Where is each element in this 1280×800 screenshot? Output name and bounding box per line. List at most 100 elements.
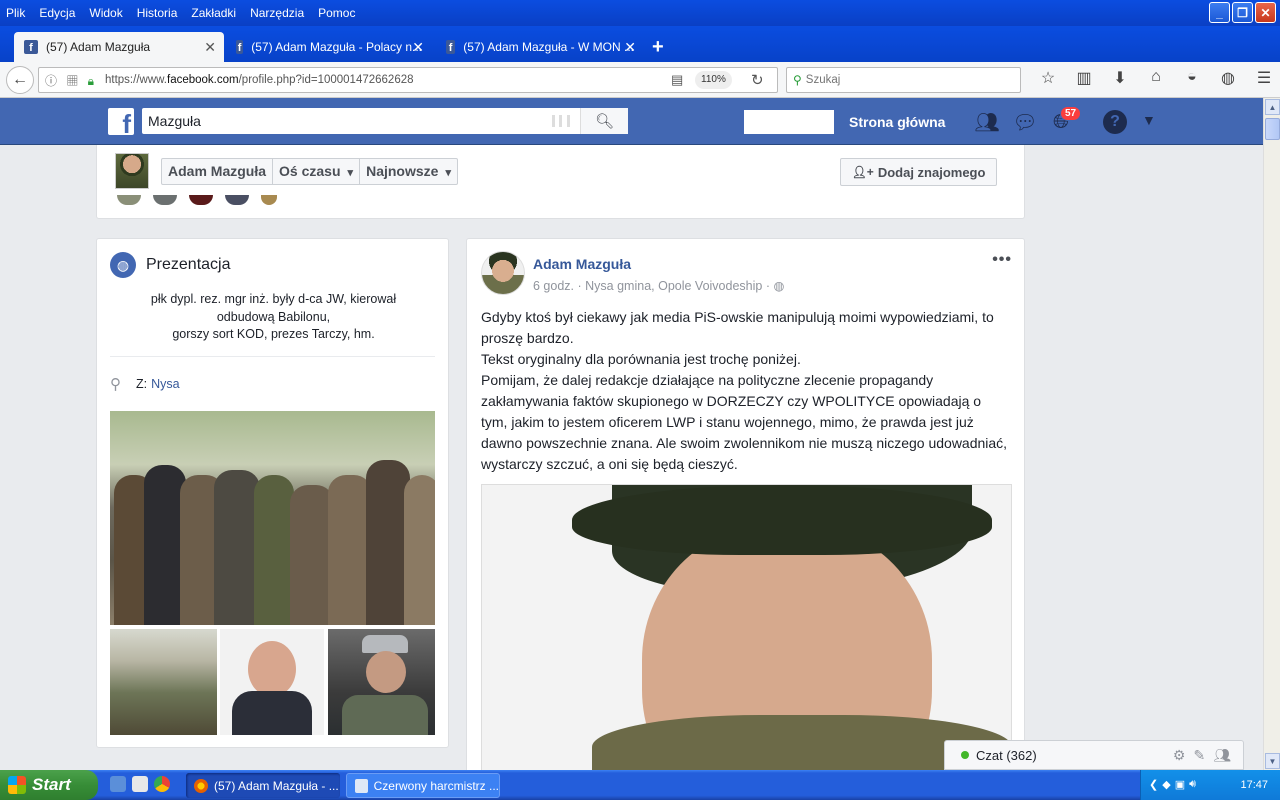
zoom-level[interactable]: 110% [695,71,732,89]
hamburger-menu-icon[interactable]: ☰ [1246,68,1280,88]
menu-bookmarks[interactable]: Zakładki [191,6,236,20]
user-profile-link[interactable] [744,110,834,134]
help-icon[interactable]: ? [1103,110,1127,134]
menu-help[interactable]: Pomoc [318,6,355,20]
chrome-icon[interactable] [154,776,170,792]
dropbox-icon[interactable]: ◆ [1162,778,1170,791]
intro-bio: płk dypl. rez. mgr inż. były d-ca JW, ki… [117,291,430,344]
facebook-search-box[interactable]: 🔍︎ [142,108,628,134]
chat-bar[interactable]: Czat (362) ⚙ ✎ 👥︎ [944,740,1244,770]
pocket-icon[interactable]: ◒ [1174,68,1210,88]
scroll-down-arrow-icon[interactable]: ▼ [1265,753,1280,769]
extension-icon[interactable]: ◍ [1210,68,1246,88]
library-icon[interactable]: ▥ [1066,68,1102,88]
post-photo[interactable] [481,484,1012,770]
recent-dropdown[interactable]: Najnowsze [360,159,457,184]
url-bar[interactable]: ⓘ ▦ 🔒︎ https://www.facebook.com/profile.… [38,67,778,93]
friend-requests-icon[interactable]: 👥︎ [974,109,1000,135]
photo-thumbnail[interactable] [328,629,435,735]
firefox-icon [194,778,208,793]
download-icon[interactable]: ⬇ [1102,68,1138,88]
start-label: Start [32,775,71,794]
close-tab-icon[interactable]: ✕ [624,39,636,56]
facebook-header: f 🔍︎ Strona główna 👥︎ 💬︎ 🌐︎ 57 ? ▼ [0,98,1263,145]
close-tab-icon[interactable]: ✕ [204,39,216,56]
post-options-icon[interactable]: ••• [992,251,1012,269]
taskbar-document-window[interactable]: Czerwony harcmistrz ... [346,773,500,798]
privacy-globe-icon[interactable]: ◍ [773,279,784,293]
facebook-search-input[interactable] [148,113,548,129]
quick-launch [110,776,170,792]
add-friend-button[interactable]: 👤︎+ Dodaj znajomego [840,158,997,186]
menu-view[interactable]: Widok [89,6,122,20]
menu-tools[interactable]: Narzędzia [250,6,304,20]
friend-avatar[interactable] [153,195,177,205]
bio-line: gorszy sort KOD, prezes Tarczy, hm. [172,327,375,341]
messenger-icon[interactable]: 💬︎ [1012,109,1038,135]
friend-avatar[interactable] [117,195,141,205]
post-place[interactable]: Nysa gmina, Opole Voivodeship [585,279,762,293]
featured-photo[interactable] [110,411,435,625]
quick-launch-icon[interactable] [132,776,148,792]
photo-thumbnail[interactable] [220,629,324,735]
facebook-logo-icon[interactable]: f [108,108,134,135]
quick-launch-icon[interactable] [110,776,126,792]
menu-edit[interactable]: Edycja [39,6,75,20]
browser-search-input[interactable] [805,74,1006,86]
friend-avatar[interactable] [225,195,249,205]
add-friend-label: Dodaj znajomego [877,164,986,180]
volume-icon[interactable]: 🔊︎ [1189,778,1196,791]
bookmark-star-icon[interactable]: ☆ [1030,68,1066,88]
timeline-nav-bar: Adam Mazguła Oś czasu Najnowsze 👤︎+ Doda… [96,145,1025,219]
vertical-scrollbar[interactable]: ▲ ▼ [1263,98,1280,770]
home-icon[interactable]: ⌂ [1138,68,1174,88]
search-engine-icon: ⚲ [793,73,802,87]
notification-badge: 57 [1060,106,1082,121]
back-arrow-icon[interactable]: ← [6,66,34,94]
compose-icon[interactable]: ✎ [1193,747,1205,764]
home-link[interactable]: Strona główna [849,114,945,130]
network-icon[interactable]: ▣ [1175,778,1185,791]
reader-view-icon[interactable]: ▤ [671,72,683,88]
location-link[interactable]: Nysa [151,377,179,391]
post-author-link[interactable]: Adam Mazguła [533,256,631,272]
author-avatar[interactable] [481,251,525,295]
scroll-up-arrow-icon[interactable]: ▲ [1265,99,1280,115]
site-info-icon[interactable]: ⓘ ▦ 🔒︎ [45,72,101,89]
maximize-button[interactable]: ❐ [1232,2,1253,23]
post-card: Adam Mazguła 6 godz. · Nysa gmina, Opole… [466,238,1025,770]
friend-avatar[interactable] [189,195,213,205]
tab-post-1[interactable]: f (57) Adam Mazguła - Polacy n... ✕ [226,32,432,62]
timeline-dropdown[interactable]: Oś czasu [273,159,361,184]
account-menu-caret-icon[interactable]: ▼ [1142,112,1156,128]
tab-profile[interactable]: f (57) Adam Mazguła ✕ [14,32,224,62]
taskbar-firefox-window[interactable]: (57) Adam Mazguła - ... [186,773,340,798]
profile-name-link[interactable]: Adam Mazguła [162,159,274,184]
post-text: Gdyby ktoś był ciekawy jak media PiS-ows… [481,307,1011,475]
menu-file[interactable]: Plik [6,6,25,20]
friend-avatar[interactable] [261,195,277,205]
minimize-button[interactable]: _ [1209,2,1230,23]
facebook-favicon-icon: f [446,40,456,54]
post-time[interactable]: 6 godz. [533,279,574,293]
close-tab-icon[interactable]: ✕ [412,39,424,56]
reload-icon[interactable]: ↻ [751,71,764,89]
profile-thumbnail-avatar[interactable] [115,153,149,189]
start-button[interactable]: Start [0,770,98,800]
scrollbar-thumb[interactable] [1265,118,1280,140]
menu-history[interactable]: Historia [137,6,178,20]
tab-post-2[interactable]: f (57) Adam Mazguła - W MON ... ✕ [436,32,644,62]
photo-thumbnail[interactable] [110,629,217,735]
tray-expand-icon[interactable]: ❮ [1149,778,1158,791]
search-button-icon[interactable]: 🔍︎ [580,108,628,134]
url-text[interactable]: https://www.facebook.com/profile.php?id=… [105,74,414,86]
new-tab-plus-icon[interactable]: + [652,36,664,59]
bio-line: odbudową Babilonu, [216,309,331,324]
group-icon[interactable]: 👥︎ [1213,747,1231,764]
close-window-button[interactable]: ✕ [1255,2,1276,23]
settings-gear-icon[interactable]: ⚙ [1173,747,1186,764]
browser-search-box[interactable]: ⚲ [786,67,1021,93]
task-label: (57) Adam Mazguła - ... [214,778,339,793]
menu-bar: Plik Edycja Widok Historia Zakładki Narz… [0,0,1280,26]
meta-separator: · [765,279,770,293]
